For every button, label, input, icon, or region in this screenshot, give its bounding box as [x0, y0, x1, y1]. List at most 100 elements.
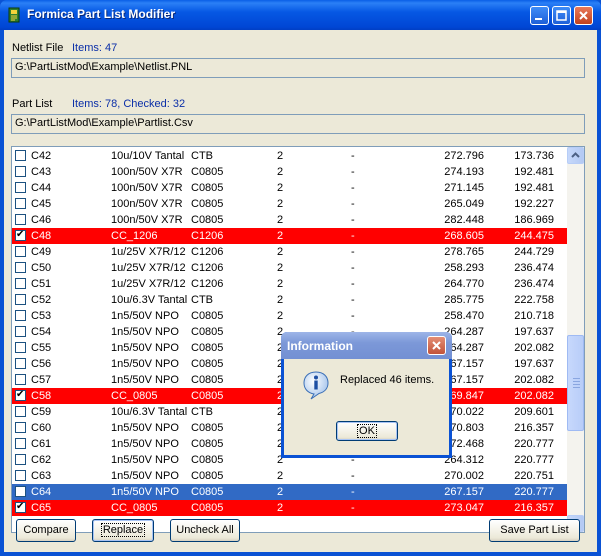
maximize-icon — [556, 10, 567, 21]
part-row[interactable]: C52 10u/6.3V Tantal CTB 2 - 285.775 222.758 — [12, 292, 568, 308]
netlist-path-field[interactable]: G:\PartListMod\Example\Netlist.PNL — [11, 58, 585, 78]
row-checkbox[interactable] — [15, 438, 26, 449]
cell-layer: 2 — [277, 166, 284, 178]
row-checkbox[interactable] — [15, 388, 26, 402]
row-checkbox[interactable] — [15, 278, 26, 289]
row-checkbox[interactable] — [15, 358, 26, 369]
cell-ref: C44 — [31, 182, 52, 194]
cell-ref: C65 — [31, 502, 52, 514]
cell-y: 173.736 — [514, 150, 554, 162]
part-row[interactable]: C51 1u/25V X7R/12 C1206 2 - 264.770 236.474 — [12, 276, 568, 292]
client-area: Netlist File Items: 47 G:\PartListMod\Ex… — [4, 30, 597, 552]
partlist-label: Part List — [12, 98, 53, 110]
cell-y: 244.475 — [514, 230, 554, 242]
cell-value: 1n5/50V NPO — [111, 438, 179, 450]
cell-pkg: C0805 — [191, 214, 224, 226]
cell-pkg: C0805 — [191, 502, 224, 514]
dialog-message: Replaced 46 items. — [340, 374, 435, 386]
compare-button[interactable]: Compare — [16, 519, 76, 542]
close-button[interactable] — [574, 6, 593, 25]
scroll-thumb[interactable] — [567, 335, 584, 431]
cell-pkg: CTB — [191, 406, 213, 418]
dialog-title-bar[interactable]: Information — [281, 332, 452, 359]
cell-y: 222.758 — [514, 294, 554, 306]
row-checkbox[interactable] — [15, 294, 26, 305]
cell-y: 202.082 — [514, 390, 554, 402]
cell-y: 220.777 — [514, 438, 554, 450]
part-row[interactable]: C42 10u/10V Tantal CTB 2 - 272.796 173.736 — [12, 148, 568, 164]
ok-button[interactable]: OK — [336, 421, 398, 441]
cell-layer: 2 — [277, 470, 284, 482]
row-checkbox[interactable] — [15, 246, 26, 257]
cell-rot: - — [351, 502, 355, 514]
row-checkbox[interactable] — [15, 310, 26, 321]
cell-value: 100n/50V X7R — [111, 214, 183, 226]
vertical-scrollbar[interactable] — [567, 147, 584, 532]
cell-ref: C43 — [31, 166, 52, 178]
cell-pkg: C0805 — [191, 358, 224, 370]
part-row[interactable]: C46 100n/50V X7R C0805 2 - 282.448 186.969 — [12, 212, 568, 228]
row-checkbox[interactable] — [15, 166, 26, 177]
cell-value: 1n5/50V NPO — [111, 326, 179, 338]
row-checkbox[interactable] — [15, 454, 26, 465]
row-checkbox[interactable] — [15, 374, 26, 385]
part-row[interactable]: C45 100n/50V X7R C0805 2 - 265.049 192.227 — [12, 196, 568, 212]
main-window: Formica Part List Modifier Netlist File … — [0, 0, 601, 556]
row-checkbox[interactable] — [15, 262, 26, 273]
cell-x: 268.605 — [444, 230, 484, 242]
cell-ref: C61 — [31, 438, 52, 450]
row-checkbox[interactable] — [15, 228, 26, 242]
cell-y: 186.969 — [514, 214, 554, 226]
dialog-close-button[interactable] — [427, 336, 446, 355]
row-checkbox[interactable] — [15, 214, 26, 225]
scroll-up-button[interactable] — [567, 147, 584, 164]
row-checkbox[interactable] — [15, 422, 26, 433]
cell-rot: - — [351, 486, 355, 498]
cell-ref: C48 — [31, 230, 52, 242]
row-checkbox[interactable] — [15, 326, 26, 337]
row-checkbox[interactable] — [15, 342, 26, 353]
title-bar[interactable]: Formica Part List Modifier — [0, 0, 601, 30]
cell-ref: C52 — [31, 294, 52, 306]
cell-value: 100n/50V X7R — [111, 182, 183, 194]
cell-y: 220.777 — [514, 454, 554, 466]
cell-layer: 2 — [277, 486, 284, 498]
row-checkbox[interactable] — [15, 406, 26, 417]
part-row[interactable]: C63 1n5/50V NPO C0805 2 - 270.002 220.751 — [12, 468, 568, 484]
cell-pkg: C0805 — [191, 470, 224, 482]
part-row[interactable]: C65 CC_0805 C0805 2 - 273.047 216.357 — [12, 500, 568, 516]
part-row[interactable]: C48 CC_1206 C1206 2 - 268.605 244.475 — [12, 228, 568, 244]
partlist-path-field[interactable]: G:\PartListMod\Example\Partlist.Csv — [11, 114, 585, 134]
maximize-button[interactable] — [552, 6, 571, 25]
uncheck-all-button[interactable]: Uncheck All — [170, 519, 240, 542]
row-checkbox[interactable] — [15, 182, 26, 193]
part-row[interactable]: C64 1n5/50V NPO C0805 2 - 267.157 220.777 — [12, 484, 568, 500]
row-checkbox[interactable] — [15, 500, 26, 514]
cell-ref: C49 — [31, 246, 52, 258]
cell-pkg: CTB — [191, 294, 213, 306]
cell-pkg: C0805 — [191, 342, 224, 354]
cell-pkg: C0805 — [191, 198, 224, 210]
dialog-title: Information — [287, 339, 353, 353]
row-checkbox[interactable] — [15, 150, 26, 161]
cell-value: 1u/25V X7R/12 — [111, 278, 186, 290]
dialog-body: Replaced 46 items. OK — [284, 359, 449, 455]
replace-button[interactable]: Replace — [92, 519, 154, 542]
part-row[interactable]: C53 1n5/50V NPO C0805 2 - 258.470 210.718 — [12, 308, 568, 324]
cell-layer: 2 — [277, 294, 284, 306]
row-checkbox[interactable] — [15, 470, 26, 481]
part-row[interactable]: C50 1u/25V X7R/12 C1206 2 - 258.293 236.474 — [12, 260, 568, 276]
cell-value: CC_0805 — [111, 502, 158, 514]
cell-layer: 2 — [277, 150, 284, 162]
save-part-list-button[interactable]: Save Part List — [489, 519, 580, 542]
cell-ref: C46 — [31, 214, 52, 226]
row-checkbox[interactable] — [15, 198, 26, 209]
minimize-button[interactable] — [530, 6, 549, 25]
part-row[interactable]: C43 100n/50V X7R C0805 2 - 274.193 192.481 — [12, 164, 568, 180]
cell-layer: 2 — [277, 230, 284, 242]
part-row[interactable]: C44 100n/50V X7R C0805 2 - 271.145 192.481 — [12, 180, 568, 196]
row-checkbox[interactable] — [15, 486, 26, 497]
cell-x: 258.470 — [444, 310, 484, 322]
part-row[interactable]: C49 1u/25V X7R/12 C1206 2 - 278.765 244.729 — [12, 244, 568, 260]
cell-value: 1n5/50V NPO — [111, 486, 179, 498]
